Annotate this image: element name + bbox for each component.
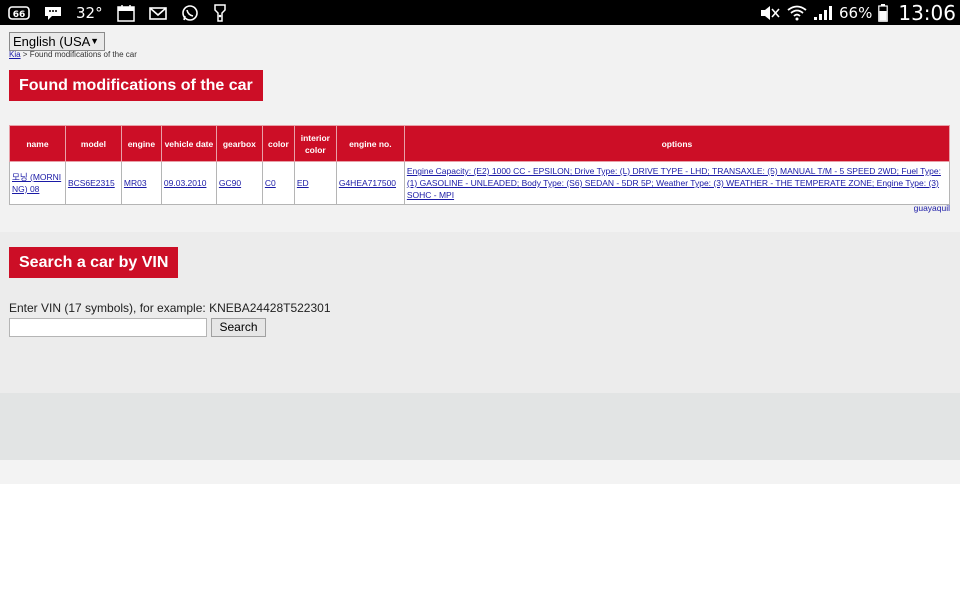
cell-engine-no: G4HEA717500 (335, 161, 405, 205)
column-header-color: color (261, 125, 295, 162)
wifi-icon (787, 5, 807, 21)
vin-prompt-text: Enter VIN (17 symbols), for example: KNE… (9, 301, 331, 315)
status-bar-left: 66 32° (8, 0, 227, 25)
link-options[interactable]: Engine Capacity: (E2) 1000 CC - EPSILON;… (407, 166, 941, 200)
status-bar-right: 66% 13:06 (759, 0, 956, 25)
svg-text:66: 66 (13, 10, 26, 20)
modifications-table: name model engine vehicle date gearbox c… (9, 125, 951, 205)
column-header-interior-color: interior color (293, 125, 337, 162)
vin-input[interactable] (9, 318, 207, 337)
link-interior-color[interactable]: ED (297, 178, 309, 188)
column-header-name: name (9, 125, 66, 162)
page-footer-band-light (0, 460, 960, 484)
column-header-engine-no: engine no. (335, 125, 405, 162)
language-select[interactable]: English (USA ▼ (9, 32, 105, 51)
breadcrumb-current: Found modifications of the car (29, 50, 137, 59)
breadcrumb-link-kia[interactable]: Kia (9, 50, 21, 59)
column-header-vehicle-date: vehicle date (160, 125, 217, 162)
temperature-text: 32° (76, 3, 103, 22)
link-color[interactable]: C0 (265, 178, 276, 188)
table-header-row: name model engine vehicle date gearbox c… (9, 125, 951, 162)
link-gearbox[interactable]: GC90 (219, 178, 241, 188)
sixty-six-icon: 66 (8, 5, 30, 21)
cell-name: 모닝 (MORNING) 08 (9, 161, 66, 205)
bbm-icon (44, 5, 62, 21)
column-header-model: model (64, 125, 122, 162)
column-header-options: options (403, 125, 951, 162)
column-header-gearbox: gearbox (215, 125, 263, 162)
cell-vehicle-date: 09.03.2010 (160, 161, 217, 205)
dropdown-arrow-icon: ▼ (90, 36, 99, 46)
cell-options: Engine Capacity: (E2) 1000 CC - EPSILON;… (403, 161, 951, 205)
cell-model: BCS6E2315 (64, 161, 122, 205)
table-row[interactable]: 모닝 (MORNING) 08 BCS6E2315 MR03 09.03.201… (9, 161, 951, 205)
cell-engine: MR03 (120, 161, 162, 205)
cell-interior-color: ED (293, 161, 337, 205)
calendar-icon (116, 4, 135, 22)
language-select-value: English (USA (13, 34, 91, 49)
mail-icon (148, 5, 167, 21)
status-bar: 66 32° 66% 13:06 (0, 0, 960, 25)
mute-icon (759, 5, 781, 21)
modifications-heading: Found modifications of the car (9, 70, 263, 101)
breadcrumb: Kia > Found modifications of the car (9, 50, 137, 59)
battery-percent-text: 66% (839, 3, 873, 22)
cell-gearbox: GC90 (215, 161, 263, 205)
breadcrumb-separator: > (22, 50, 28, 59)
signal-icon (813, 5, 833, 21)
clock-text: 13:06 (898, 0, 956, 25)
column-header-engine: engine (120, 125, 162, 162)
cell-color: C0 (261, 161, 295, 205)
guayaquil-link[interactable]: guayaquil (914, 203, 950, 213)
battery-icon (878, 3, 889, 22)
link-engine-no[interactable]: G4HEA717500 (339, 178, 396, 188)
web-page: English (USA ▼ Kia > Found modifications… (0, 25, 960, 600)
whatsapp-icon (181, 4, 199, 22)
link-engine[interactable]: MR03 (124, 178, 147, 188)
page-footer-band (0, 393, 960, 460)
link-vehicle-date[interactable]: 09.03.2010 (164, 178, 207, 188)
search-button[interactable]: Search (211, 318, 266, 337)
link-name[interactable]: 모닝 (MORNING) 08 (12, 172, 61, 194)
vin-search-heading: Search a car by VIN (9, 247, 179, 278)
flashlight-icon (213, 3, 227, 22)
link-model[interactable]: BCS6E2315 (68, 178, 115, 188)
